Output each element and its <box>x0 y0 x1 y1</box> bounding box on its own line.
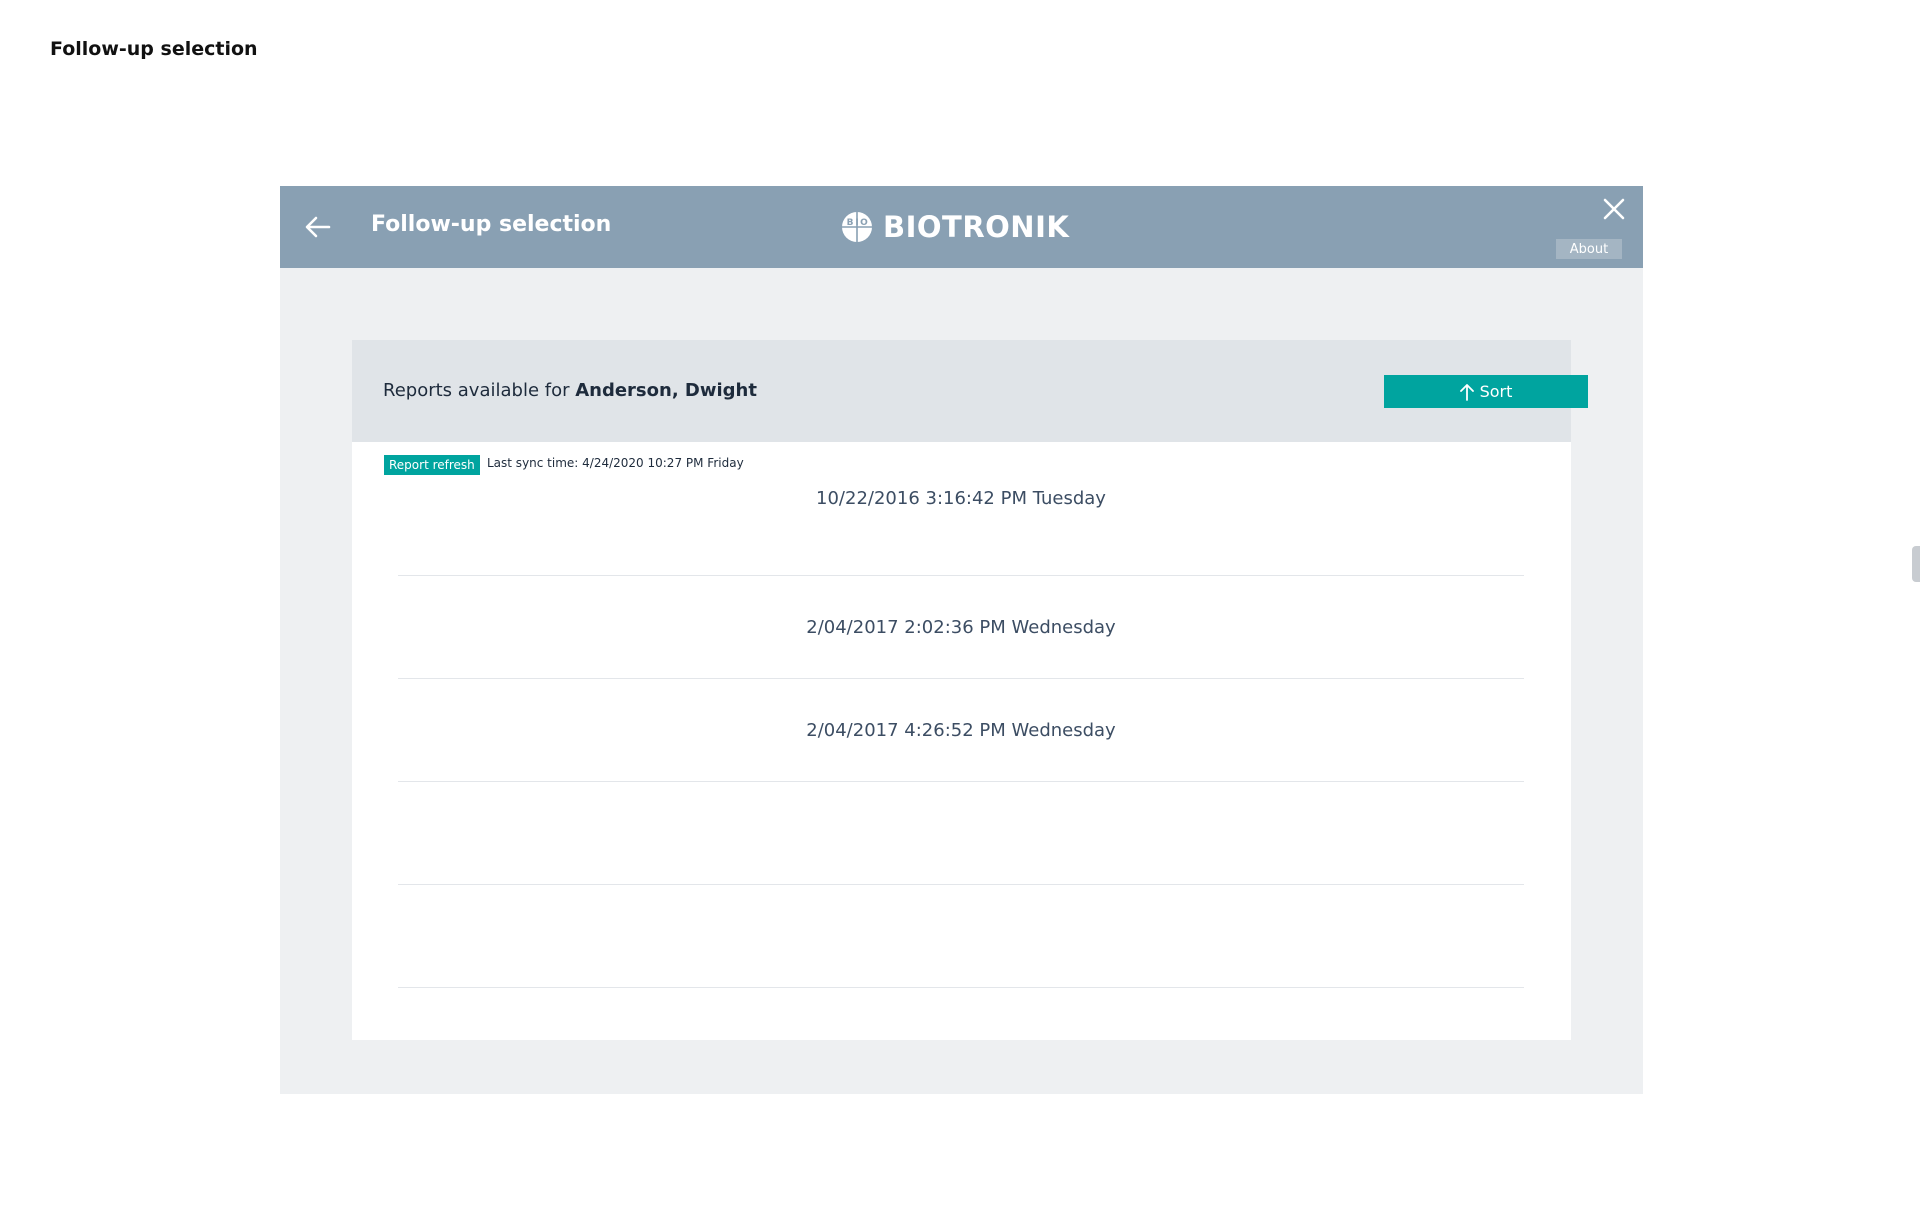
last-sync-time: Last sync time: 4/24/2020 10:27 PM Frida… <box>487 456 744 470</box>
brand: B I O BIOTRONIK <box>841 210 1069 244</box>
biotronik-logo: B I O <box>842 212 872 242</box>
close-icon[interactable] <box>1601 196 1627 222</box>
report-row-empty <box>398 782 1524 885</box>
svg-text:O: O <box>860 218 868 228</box>
report-refresh-button[interactable]: Report refresh <box>384 455 480 475</box>
patient-name: Anderson, Dwight <box>575 380 757 401</box>
reports-header: Reports available for Anderson, Dwight S… <box>352 340 1588 442</box>
report-row[interactable]: 10/22/2016 3:16:42 PM Tuesday <box>398 474 1524 576</box>
report-list: 10/22/2016 3:16:42 PM Tuesday 2/04/2017 … <box>398 474 1524 988</box>
brand-name: BIOTRONIK <box>883 210 1070 244</box>
report-row[interactable]: 2/04/2017 4:26:52 PM Wednesday <box>398 679 1524 782</box>
reports-card: Reports available for Anderson, Dwight S… <box>352 340 1588 1040</box>
back-button[interactable] <box>296 205 340 249</box>
about-button[interactable]: About <box>1556 239 1622 259</box>
svg-text:I: I <box>855 218 858 228</box>
dialog-header: Follow-up selection B I O BIOTRONIK Abou… <box>280 186 1643 268</box>
report-row[interactable]: 2/04/2017 2:02:36 PM Wednesday <box>398 576 1524 679</box>
page-heading: Follow-up selection <box>50 38 258 60</box>
reports-available-label: Reports available for Anderson, Dwight <box>383 380 757 401</box>
reports-label-prefix: Reports available for <box>383 380 576 401</box>
svg-text:B: B <box>847 218 854 228</box>
arrow-up-icon <box>1459 383 1474 401</box>
report-row-empty <box>398 885 1524 988</box>
sort-button[interactable]: Sort <box>1384 375 1588 408</box>
arrow-left-icon <box>305 216 331 238</box>
scrollbar-handle[interactable] <box>1912 546 1920 582</box>
dialog-title: Follow-up selection <box>371 212 612 237</box>
follow-up-dialog: Follow-up selection B I O BIOTRONIK Abou… <box>280 186 1643 1094</box>
sort-label: Sort <box>1479 382 1513 401</box>
